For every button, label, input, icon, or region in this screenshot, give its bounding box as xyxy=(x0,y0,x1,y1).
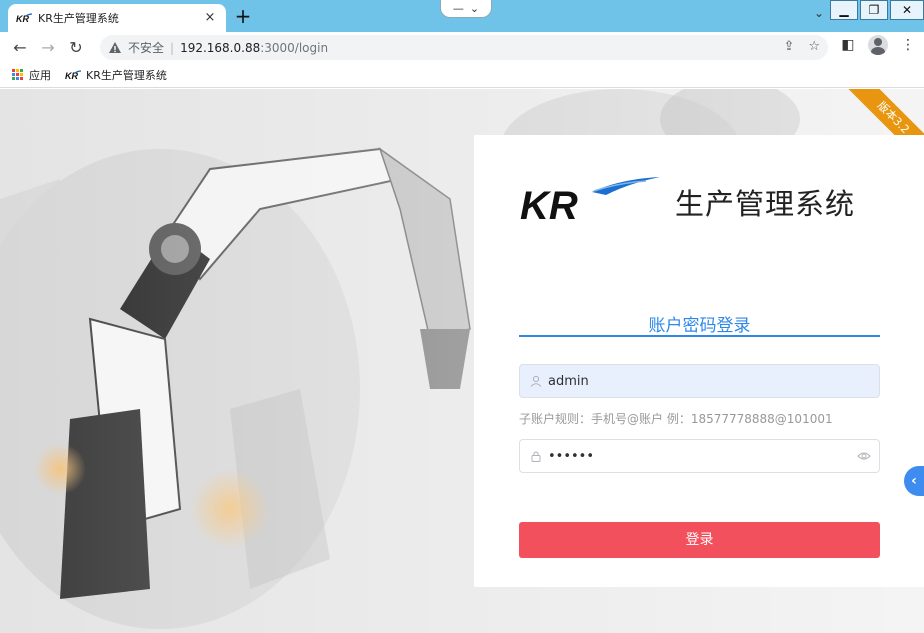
tab-search-button[interactable]: — ⌄ xyxy=(440,0,492,18)
lock-icon xyxy=(531,451,541,462)
svg-text:KR: KR xyxy=(520,184,578,223)
close-window-button[interactable]: ✕ xyxy=(890,0,924,20)
restore-button[interactable]: ❐ xyxy=(860,0,888,20)
url-host: 192.168.0.88 xyxy=(180,40,261,55)
warning-icon[interactable] xyxy=(108,41,122,55)
user-icon xyxy=(530,375,542,387)
bookmark-apps[interactable]: 应用 xyxy=(12,67,51,83)
tab-title: KR生产管理系统 xyxy=(38,12,119,25)
system-title: 生产管理系统 xyxy=(675,187,856,221)
username-field[interactable] xyxy=(519,364,880,398)
kr-favicon-icon: KR xyxy=(65,69,81,80)
tab-account-login[interactable]: 账户密码登录 xyxy=(519,311,880,338)
sub-account-hint: 子账户规则：手机号@账户 例：18577778888@101001 xyxy=(519,412,833,426)
omnibox-actions: ⇪ ☆ xyxy=(783,39,820,54)
kr-logo: KR xyxy=(520,177,660,223)
login-button[interactable]: 登录 xyxy=(519,522,880,558)
window-controls: ▁ ❐ ✕ xyxy=(828,0,924,22)
menu-icon[interactable]: ⋮ xyxy=(898,35,918,55)
back-icon[interactable]: ← xyxy=(6,33,34,61)
username-input[interactable] xyxy=(548,373,848,389)
new-tab-button[interactable]: + xyxy=(232,6,254,28)
address-bar[interactable]: 不安全 | 192.168.0.88 :3000/login ⇪ ☆ xyxy=(100,35,828,60)
browser-tab[interactable]: KR KR生产管理系统 × xyxy=(8,4,226,32)
url-path: :3000/login xyxy=(260,40,329,55)
browser-tab-strip: KR KR生产管理系统 × + — ⌄ ⌄ ▁ ❐ ✕ xyxy=(0,0,924,32)
bookmarks-bar: 应用 KR KR生产管理系统 xyxy=(0,62,924,88)
toolbar-actions: ◧ ⋮ xyxy=(838,35,918,55)
tab-close-icon[interactable]: × xyxy=(202,10,218,26)
password-input[interactable] xyxy=(548,448,848,464)
show-password-eye-icon[interactable] xyxy=(857,450,871,462)
forward-icon[interactable]: → xyxy=(34,33,62,61)
bookmark-label: 应用 xyxy=(29,68,51,82)
minimize-button[interactable]: ▁ xyxy=(830,0,858,20)
apps-grid-icon xyxy=(12,68,24,81)
side-panel-icon[interactable]: ◧ xyxy=(838,35,858,55)
tab-list-dropdown-icon[interactable]: ⌄ xyxy=(814,6,824,20)
bookmark-label: KR生产管理系统 xyxy=(86,68,167,82)
tab-active-underline xyxy=(519,335,880,337)
profile-avatar-icon[interactable] xyxy=(868,35,888,55)
bookmark-kr-system[interactable]: KR KR生产管理系统 xyxy=(65,67,167,83)
share-icon[interactable]: ⇪ xyxy=(783,39,794,54)
bookmark-star-icon[interactable]: ☆ xyxy=(808,39,820,54)
reload-icon[interactable]: ↻ xyxy=(62,33,90,61)
insecure-label: 不安全 xyxy=(128,41,165,55)
kr-favicon-icon: KR xyxy=(16,13,32,23)
password-field[interactable] xyxy=(519,439,880,473)
url-separator: | xyxy=(170,40,175,55)
login-page: 版本3.2 KR 生产管理系统 账户密码登录 子账户规则：手机号@账户 例：18… xyxy=(0,89,924,633)
chevron-down-icon: ⌄ xyxy=(469,2,480,15)
minus-icon: — xyxy=(452,2,464,15)
login-card: KR 生产管理系统 账户密码登录 子账户规则：手机号@账户 例：18577778… xyxy=(474,135,924,587)
browser-toolbar: ← → ↻ 不安全 | 192.168.0.88 :3000/login ⇪ ☆… xyxy=(0,32,924,62)
